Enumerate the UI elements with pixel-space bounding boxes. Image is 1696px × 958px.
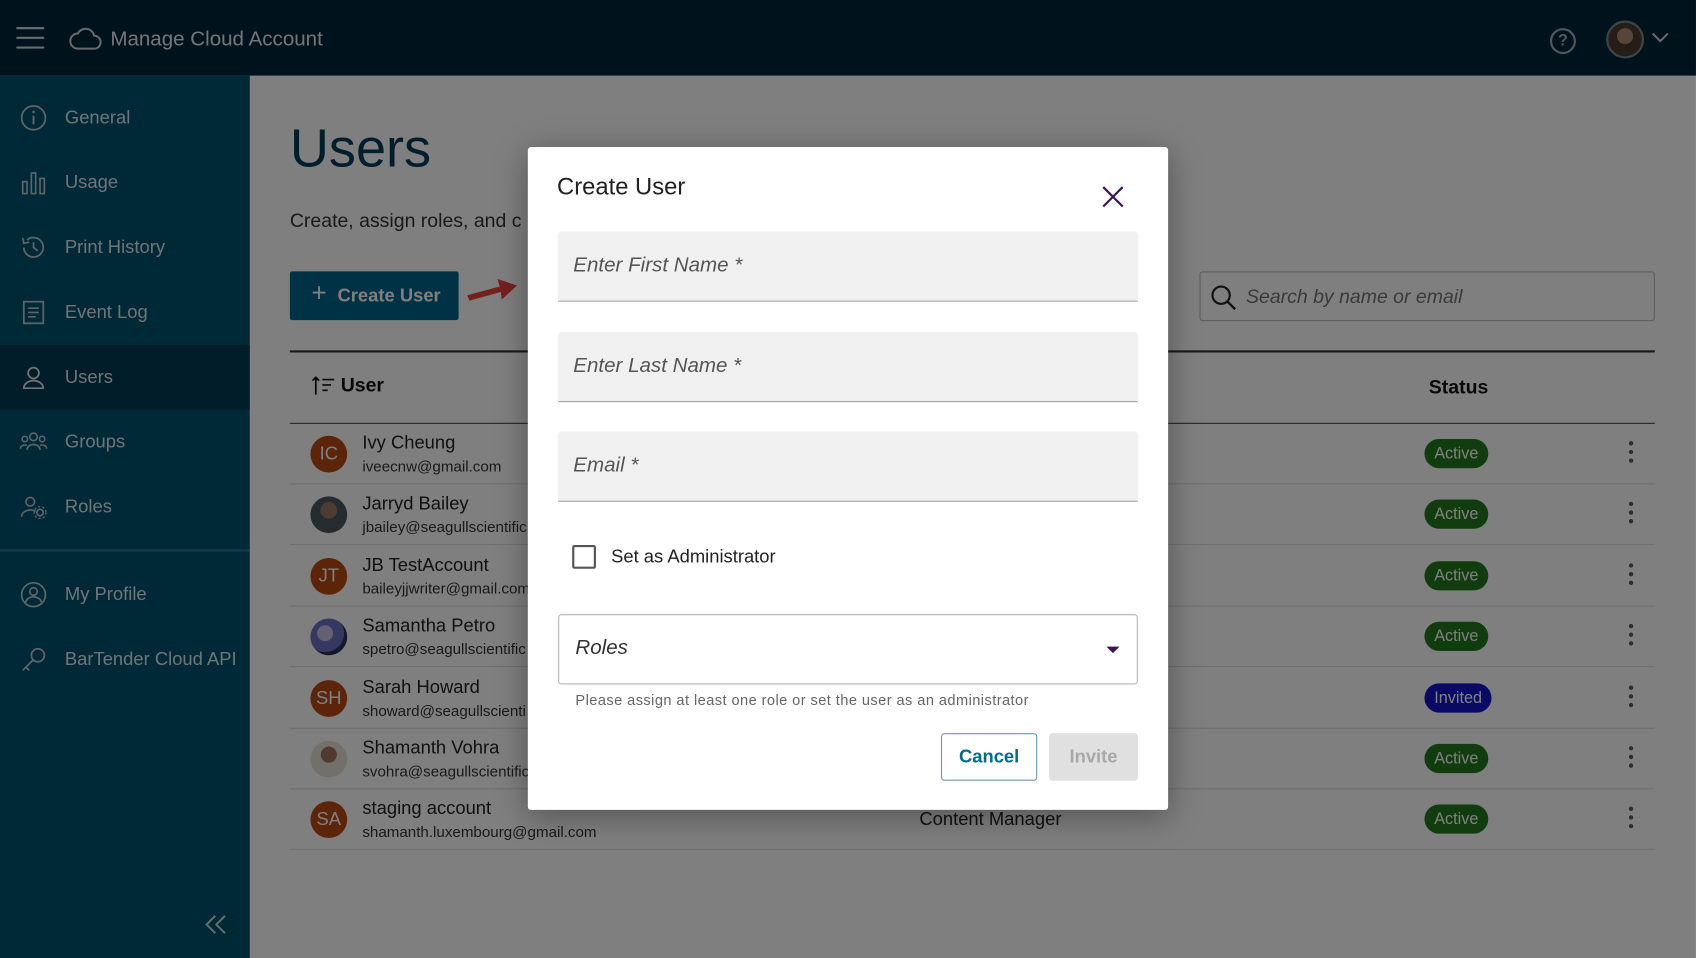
email-input[interactable]	[573, 450, 1115, 482]
create-user-dialog: Create User Set as Administrator Roles P…	[527, 147, 1169, 810]
dialog-title: Create User	[557, 173, 686, 201]
invite-button[interactable]: Invite	[1049, 733, 1138, 781]
last-name-input[interactable]	[573, 351, 1115, 382]
roles-hint: Please assign at least one role or set t…	[575, 692, 1029, 709]
administrator-checkbox-row[interactable]: Set as Administrator	[572, 544, 776, 569]
close-icon[interactable]	[1099, 183, 1127, 211]
cancel-button[interactable]: Cancel	[940, 733, 1038, 781]
roles-select[interactable]: Roles	[558, 614, 1138, 685]
dropdown-caret-icon	[1106, 646, 1120, 654]
administrator-label: Set as Administrator	[611, 546, 776, 567]
administrator-checkbox[interactable]	[572, 544, 596, 569]
first-name-field[interactable]	[558, 231, 1138, 302]
last-name-field[interactable]	[558, 331, 1138, 403]
roles-select-label: Roles	[575, 636, 628, 660]
first-name-input[interactable]	[573, 250, 1115, 282]
email-field[interactable]	[558, 431, 1138, 502]
